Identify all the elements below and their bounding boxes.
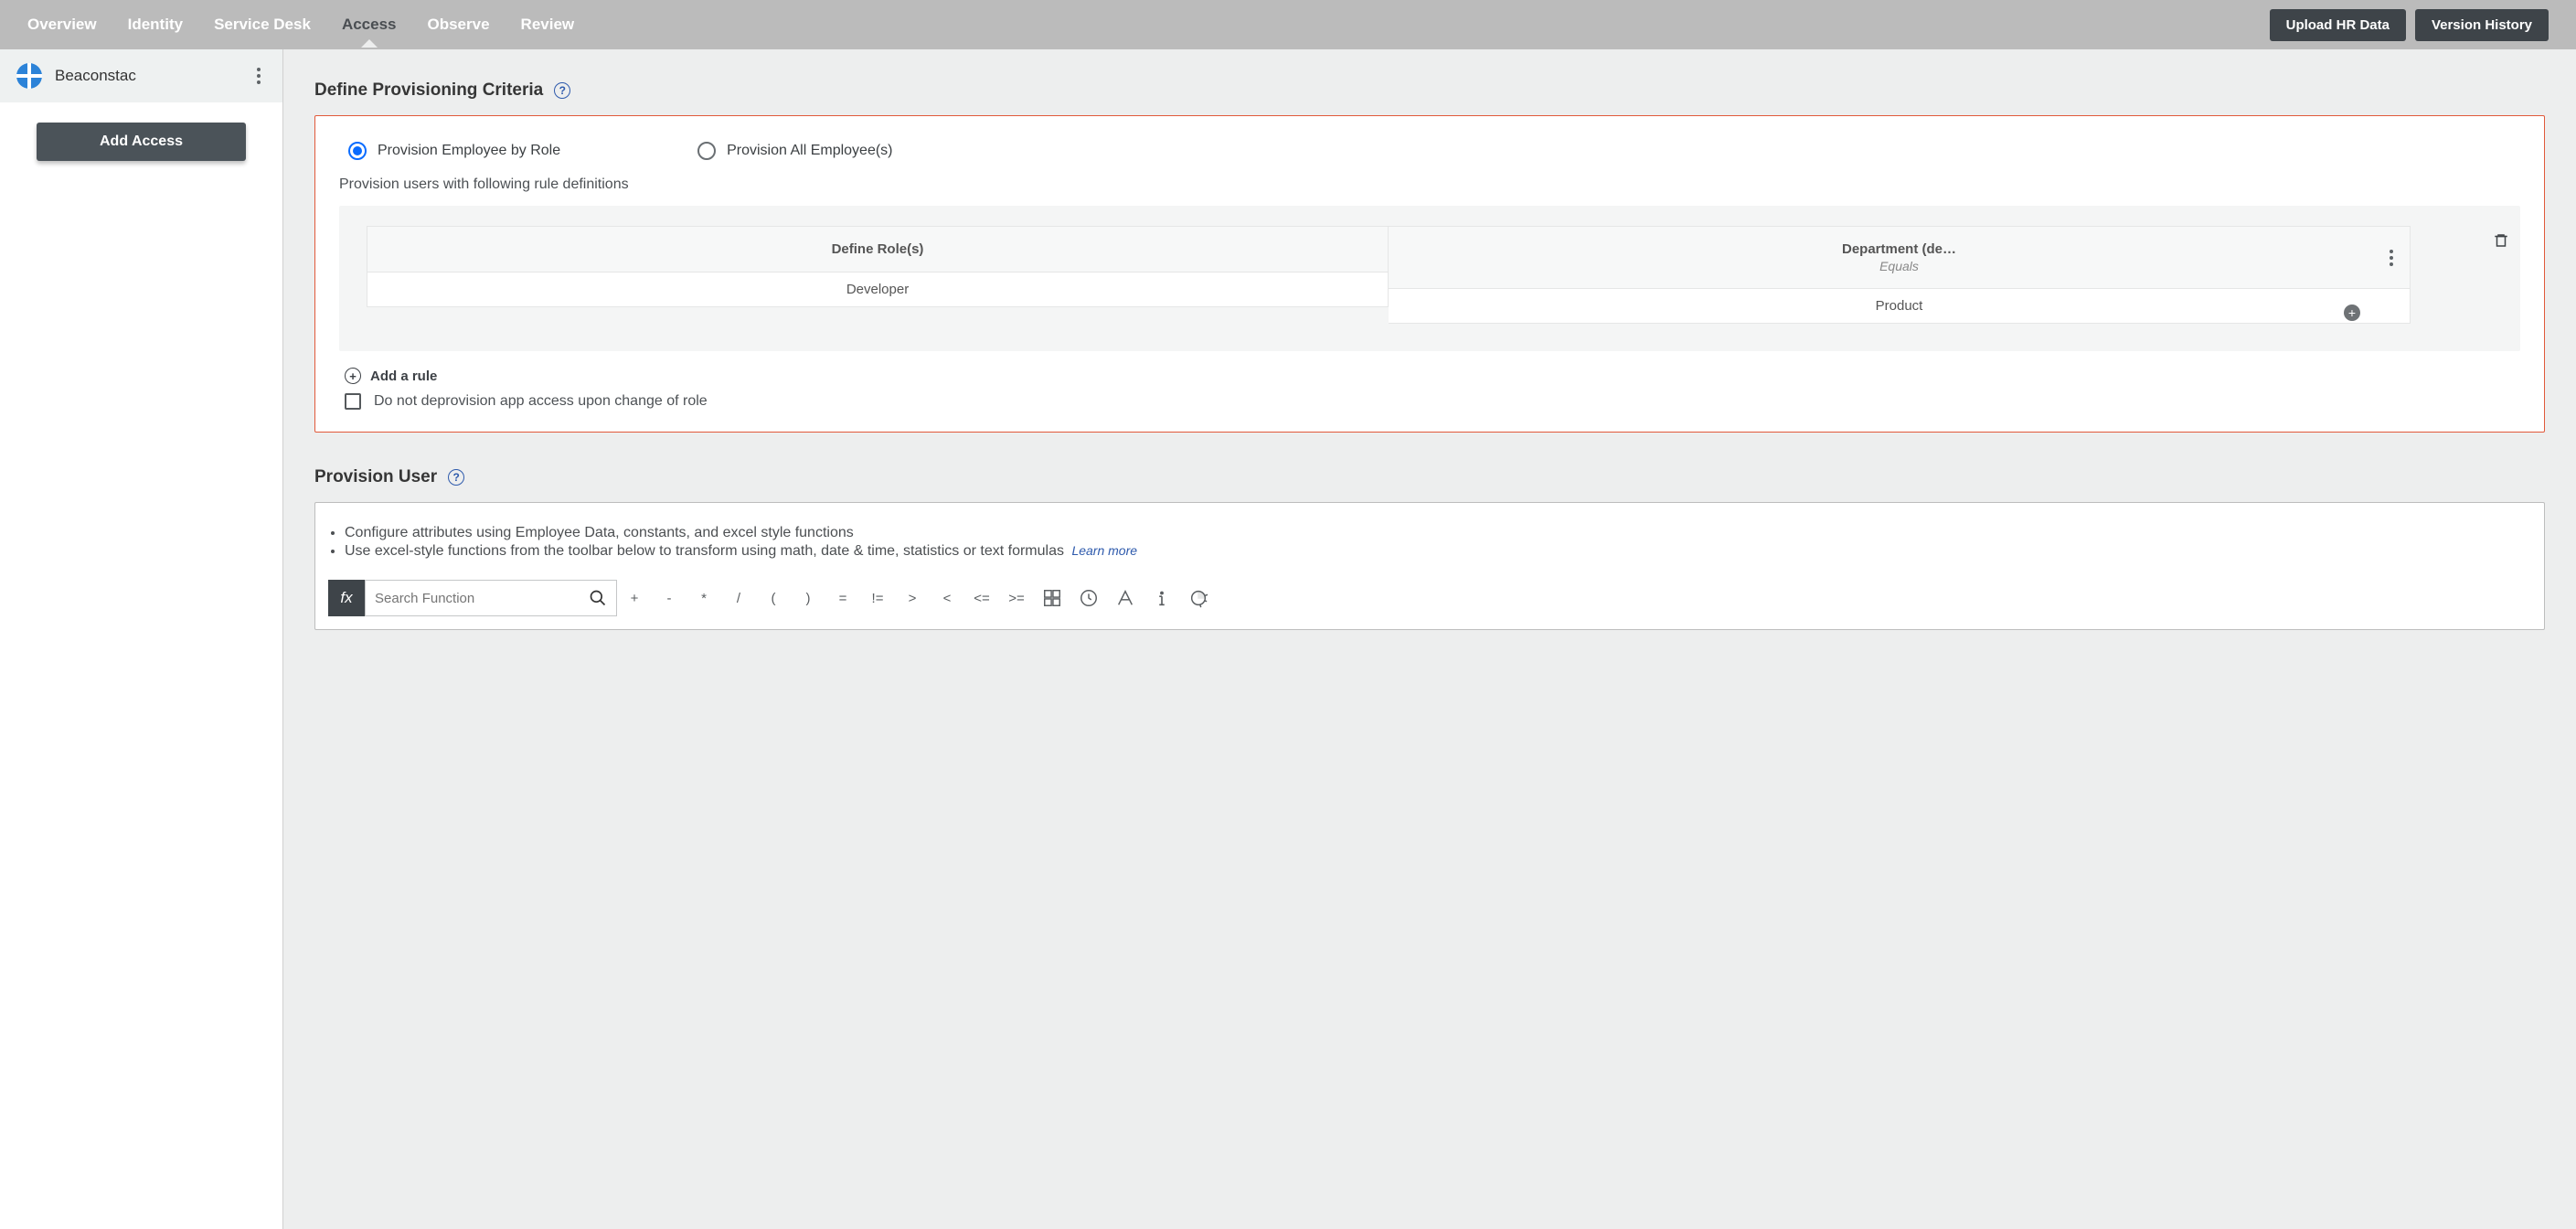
operator-buttons: + - * / ( ) = != > < <= >= — [617, 580, 1034, 616]
op-mult[interactable]: * — [687, 580, 721, 616]
op-div[interactable]: / — [721, 580, 756, 616]
provision-user-panel: Configure attributes using Employee Data… — [314, 502, 2545, 630]
info-category-icon[interactable] — [1144, 580, 1180, 616]
criteria-panel: Provision Employee by Role Provision All… — [314, 115, 2545, 433]
col-operator-label: Equals — [1392, 259, 2406, 273]
deprovision-checkbox-row: Do not deprovision app access upon chang… — [345, 393, 2520, 410]
criteria-section-title: Define Provisioning Criteria ? — [314, 80, 2545, 101]
nav-tabs: Overview Identity Service Desk Access Ob… — [27, 3, 574, 47]
version-history-button[interactable]: Version History — [2415, 9, 2549, 41]
provision-user-title-text: Provision User — [314, 467, 437, 487]
datetime-category-icon[interactable] — [1070, 580, 1107, 616]
topbar-actions: Upload HR Data Version History — [2270, 9, 2549, 41]
tab-review[interactable]: Review — [521, 3, 575, 47]
tab-service-desk[interactable]: Service Desk — [214, 3, 311, 47]
criteria-title-text: Define Provisioning Criteria — [314, 80, 543, 101]
op-gte[interactable]: >= — [999, 580, 1034, 616]
rule-subhead: Provision users with following rule defi… — [339, 176, 2520, 193]
app-name-label: Beaconstac — [55, 67, 251, 85]
main-content: Define Provisioning Criteria ? Provision… — [283, 49, 2576, 1229]
add-rule-label: Add a rule — [370, 369, 437, 384]
op-neq[interactable]: != — [860, 580, 895, 616]
text-category-icon[interactable] — [1107, 580, 1144, 616]
add-access-button[interactable]: Add Access — [37, 123, 246, 161]
function-search[interactable] — [365, 580, 617, 616]
plus-circle-icon: + — [345, 368, 361, 384]
deprovision-checkbox[interactable] — [345, 393, 361, 410]
fx-icon[interactable]: fx — [328, 580, 365, 616]
radio-by-role-label: Provision Employee by Role — [378, 143, 560, 159]
cell-dept-value[interactable]: Product — [1389, 288, 2411, 324]
radio-all-employees[interactable]: Provision All Employee(s) — [697, 142, 892, 160]
op-minus[interactable]: - — [652, 580, 687, 616]
provision-user-instructions: Configure attributes using Employee Data… — [328, 519, 2531, 572]
top-navbar: Overview Identity Service Desk Access Ob… — [0, 0, 2576, 49]
search-icon — [589, 589, 607, 607]
provision-user-help-icon[interactable]: ? — [448, 469, 464, 486]
app-logo-icon — [16, 63, 42, 89]
instruction-line: Use excel-style functions from the toolb… — [345, 543, 2528, 560]
add-column-icon[interactable]: + — [2344, 305, 2360, 321]
op-gt[interactable]: > — [895, 580, 930, 616]
deprovision-label: Do not deprovision app access upon chang… — [374, 393, 708, 410]
op-lt[interactable]: < — [930, 580, 964, 616]
tab-access[interactable]: Access — [342, 3, 397, 47]
instruction-line: Configure attributes using Employee Data… — [345, 525, 2528, 541]
column-more-icon[interactable] — [2384, 244, 2399, 272]
provision-user-title: Provision User ? — [314, 467, 2545, 487]
add-rule-button[interactable]: + Add a rule — [345, 368, 2520, 384]
provision-mode-radios: Provision Employee by Role Provision All… — [348, 142, 2520, 160]
radio-by-role[interactable]: Provision Employee by Role — [348, 142, 560, 160]
stats-category-icon[interactable] — [1180, 580, 1217, 616]
sidebar: Beaconstac Add Access — [0, 49, 283, 1229]
col-department-header: Department (de… Equals — [1389, 226, 2411, 288]
tab-observe[interactable]: Observe — [428, 3, 490, 47]
op-plus[interactable]: + — [617, 580, 652, 616]
col-define-roles-header: Define Role(s) — [367, 226, 1389, 272]
app-more-icon[interactable] — [251, 62, 266, 90]
op-paren-close[interactable]: ) — [791, 580, 825, 616]
upload-hr-data-button[interactable]: Upload HR Data — [2270, 9, 2406, 41]
learn-more-link[interactable]: Learn more — [1071, 543, 1137, 558]
function-search-input[interactable] — [375, 591, 589, 606]
radio-icon — [697, 142, 716, 160]
formula-toolbar: fx + - * / ( ) = != > < — [328, 580, 2531, 616]
radio-all-label: Provision All Employee(s) — [727, 143, 892, 159]
cell-role-value[interactable]: Developer — [367, 272, 1389, 307]
op-eq[interactable]: = — [825, 580, 860, 616]
tab-overview[interactable]: Overview — [27, 3, 97, 47]
radio-icon — [348, 142, 367, 160]
op-lte[interactable]: <= — [964, 580, 999, 616]
op-paren-open[interactable]: ( — [756, 580, 791, 616]
rule-box: Define Role(s) Developer Department (de…… — [339, 206, 2520, 351]
math-category-icon[interactable] — [1034, 580, 1070, 616]
delete-rule-icon[interactable] — [2493, 231, 2509, 254]
tab-identity[interactable]: Identity — [128, 3, 183, 47]
criteria-help-icon[interactable]: ? — [554, 82, 570, 99]
sidebar-app-header: Beaconstac — [0, 49, 282, 102]
